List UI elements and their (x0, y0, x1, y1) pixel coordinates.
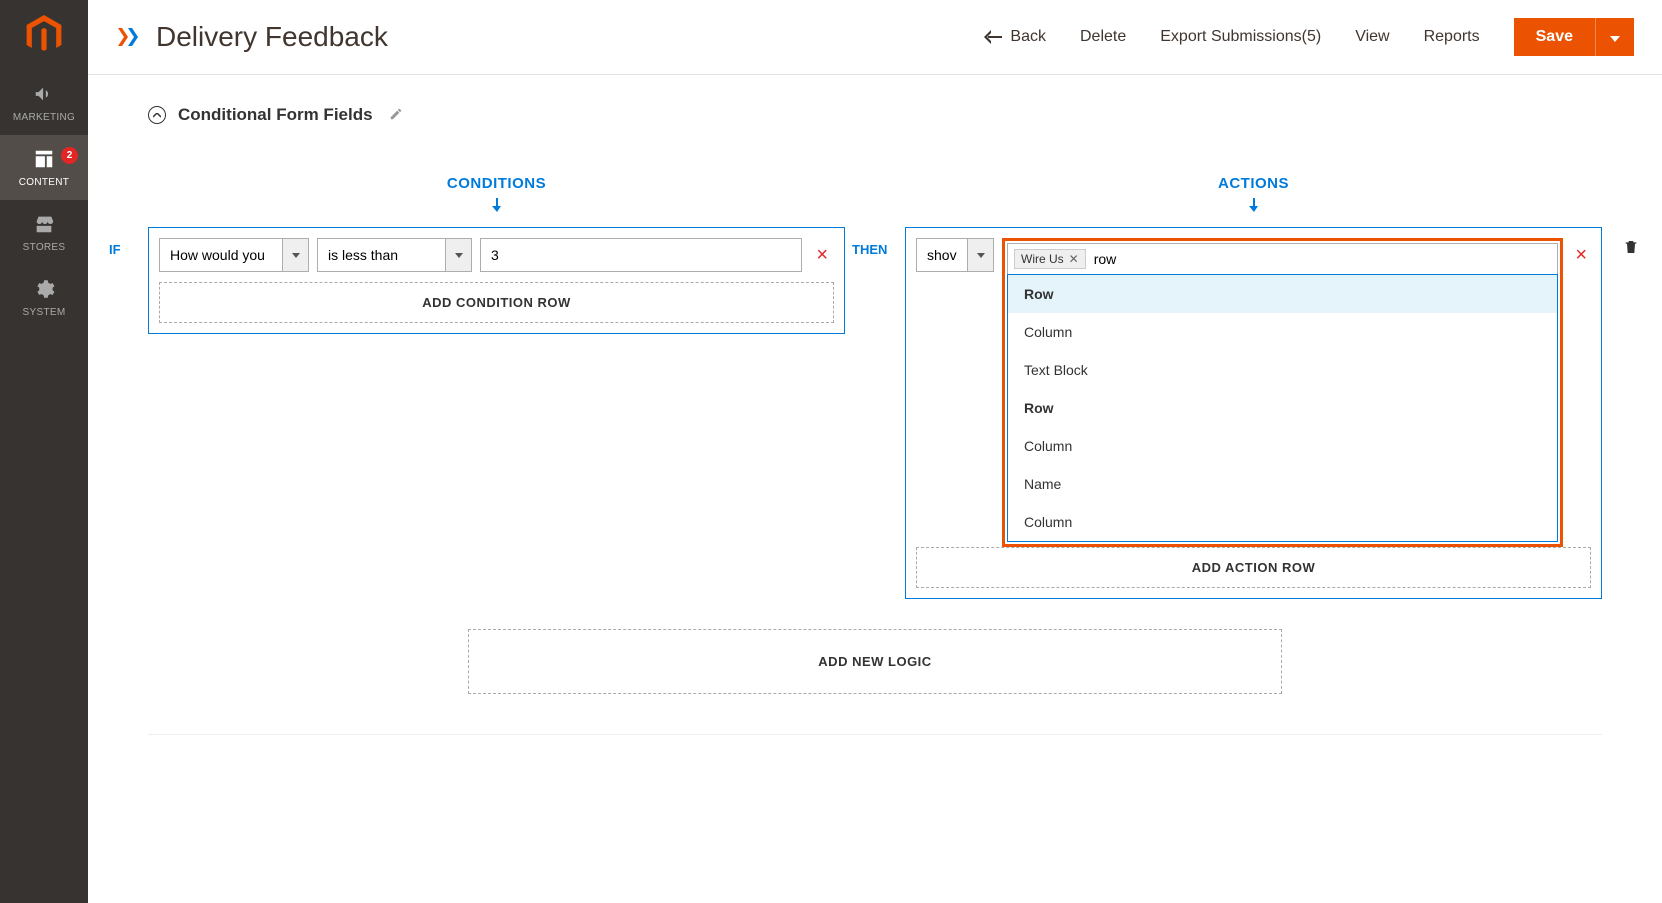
tag-chip: Wire Us ✕ (1014, 249, 1086, 269)
dropdown-item[interactable]: Column (1008, 503, 1557, 541)
tag-chip-label: Wire Us (1021, 252, 1064, 266)
arrow-down-icon (905, 198, 1602, 217)
collapse-icon[interactable] (148, 106, 166, 124)
remove-action-icon[interactable]: × (1571, 244, 1591, 267)
action-target-input-wrap[interactable]: Wire Us ✕ (1007, 243, 1558, 275)
section-header: Conditional Form Fields (148, 105, 1602, 125)
sidebar-item-label: STORES (23, 242, 66, 253)
conditions-header: CONDITIONS (148, 175, 845, 192)
add-new-logic-button[interactable]: ADD NEW LOGIC (468, 629, 1282, 694)
edit-icon[interactable] (389, 107, 403, 124)
dropdown-item[interactable]: Text Block (1008, 351, 1557, 389)
action-target-dropdown: Row Column Text Block Row Column Name Co… (1007, 274, 1558, 542)
condition-field-select[interactable] (159, 238, 309, 272)
arrow-down-icon (148, 198, 845, 217)
sidebar-item-content[interactable]: CONTENT 2 (0, 135, 88, 200)
tag-remove-icon[interactable]: ✕ (1069, 252, 1079, 266)
sidebar-item-label: MARKETING (13, 112, 75, 123)
save-dropdown-button[interactable] (1595, 18, 1634, 56)
chevron-down-icon[interactable] (282, 239, 308, 271)
dropdown-item[interactable]: Column (1008, 427, 1557, 465)
action-type-input[interactable] (917, 239, 967, 271)
dropdown-item[interactable]: Name (1008, 465, 1557, 503)
notification-badge: 2 (61, 147, 78, 164)
megaphone-icon (32, 82, 56, 106)
sidebar-item-label: CONTENT (19, 177, 69, 188)
dropdown-item[interactable]: Row (1008, 275, 1557, 313)
save-button[interactable]: Save (1514, 18, 1595, 56)
add-action-row-button[interactable]: ADD ACTION ROW (916, 547, 1591, 588)
condition-value-input[interactable] (480, 238, 802, 272)
back-label: Back (1010, 28, 1046, 46)
page-title: Delivery Feedback (156, 21, 970, 53)
actions-panel: ACTIONS THEN (905, 175, 1602, 599)
conditions-box: IF × ADD CONDITION ROW (148, 227, 845, 334)
page-header: Delivery Feedback Back Delete Export Sub… (88, 0, 1662, 75)
action-target-outline: Wire Us ✕ Row Column Text Block (1002, 238, 1563, 547)
chevron-down-icon[interactable] (445, 239, 471, 271)
trash-icon[interactable] (1623, 238, 1639, 259)
export-button[interactable]: Export Submissions(5) (1160, 28, 1321, 46)
actions-box: THEN (905, 227, 1602, 599)
action-type-select[interactable] (916, 238, 994, 272)
view-button[interactable]: View (1355, 28, 1389, 46)
sidebar-item-stores[interactable]: STORES (0, 200, 88, 265)
sidebar-item-system[interactable]: SYSTEM (0, 265, 88, 330)
chevron-down-icon[interactable] (967, 239, 993, 271)
sidebar-item-label: SYSTEM (23, 307, 66, 318)
section-title: Conditional Form Fields (178, 105, 373, 125)
stores-icon (32, 212, 56, 236)
if-label: IF (109, 242, 121, 257)
dropdown-item[interactable]: Column (1008, 313, 1557, 351)
chevron-down-icon (1610, 36, 1620, 42)
condition-row: × (159, 238, 834, 272)
gear-icon (32, 277, 56, 301)
condition-field-input[interactable] (160, 239, 282, 271)
actions-header: ACTIONS (905, 175, 1602, 192)
magento-logo-icon (26, 15, 62, 55)
back-button[interactable]: Back (984, 28, 1046, 46)
sidebar: MARKETING CONTENT 2 STORES SYSTEM (0, 0, 88, 903)
conditions-panel: CONDITIONS IF (148, 175, 845, 599)
remove-condition-icon[interactable]: × (810, 244, 834, 267)
delete-button[interactable]: Delete (1080, 28, 1126, 46)
arrow-left-icon (984, 30, 1002, 44)
content-icon (32, 147, 56, 171)
condition-operator-input[interactable] (318, 239, 445, 271)
condition-operator-select[interactable] (317, 238, 472, 272)
brand-icon (116, 24, 142, 50)
action-target-search-input[interactable] (1090, 249, 1552, 269)
add-condition-row-button[interactable]: ADD CONDITION ROW (159, 282, 834, 323)
action-row: Wire Us ✕ Row Column Text Block (916, 238, 1591, 547)
then-label: THEN (852, 242, 887, 257)
reports-button[interactable]: Reports (1424, 28, 1480, 46)
sidebar-item-marketing[interactable]: MARKETING (0, 70, 88, 135)
dropdown-item[interactable]: Row (1008, 389, 1557, 427)
magento-logo[interactable] (0, 0, 88, 70)
